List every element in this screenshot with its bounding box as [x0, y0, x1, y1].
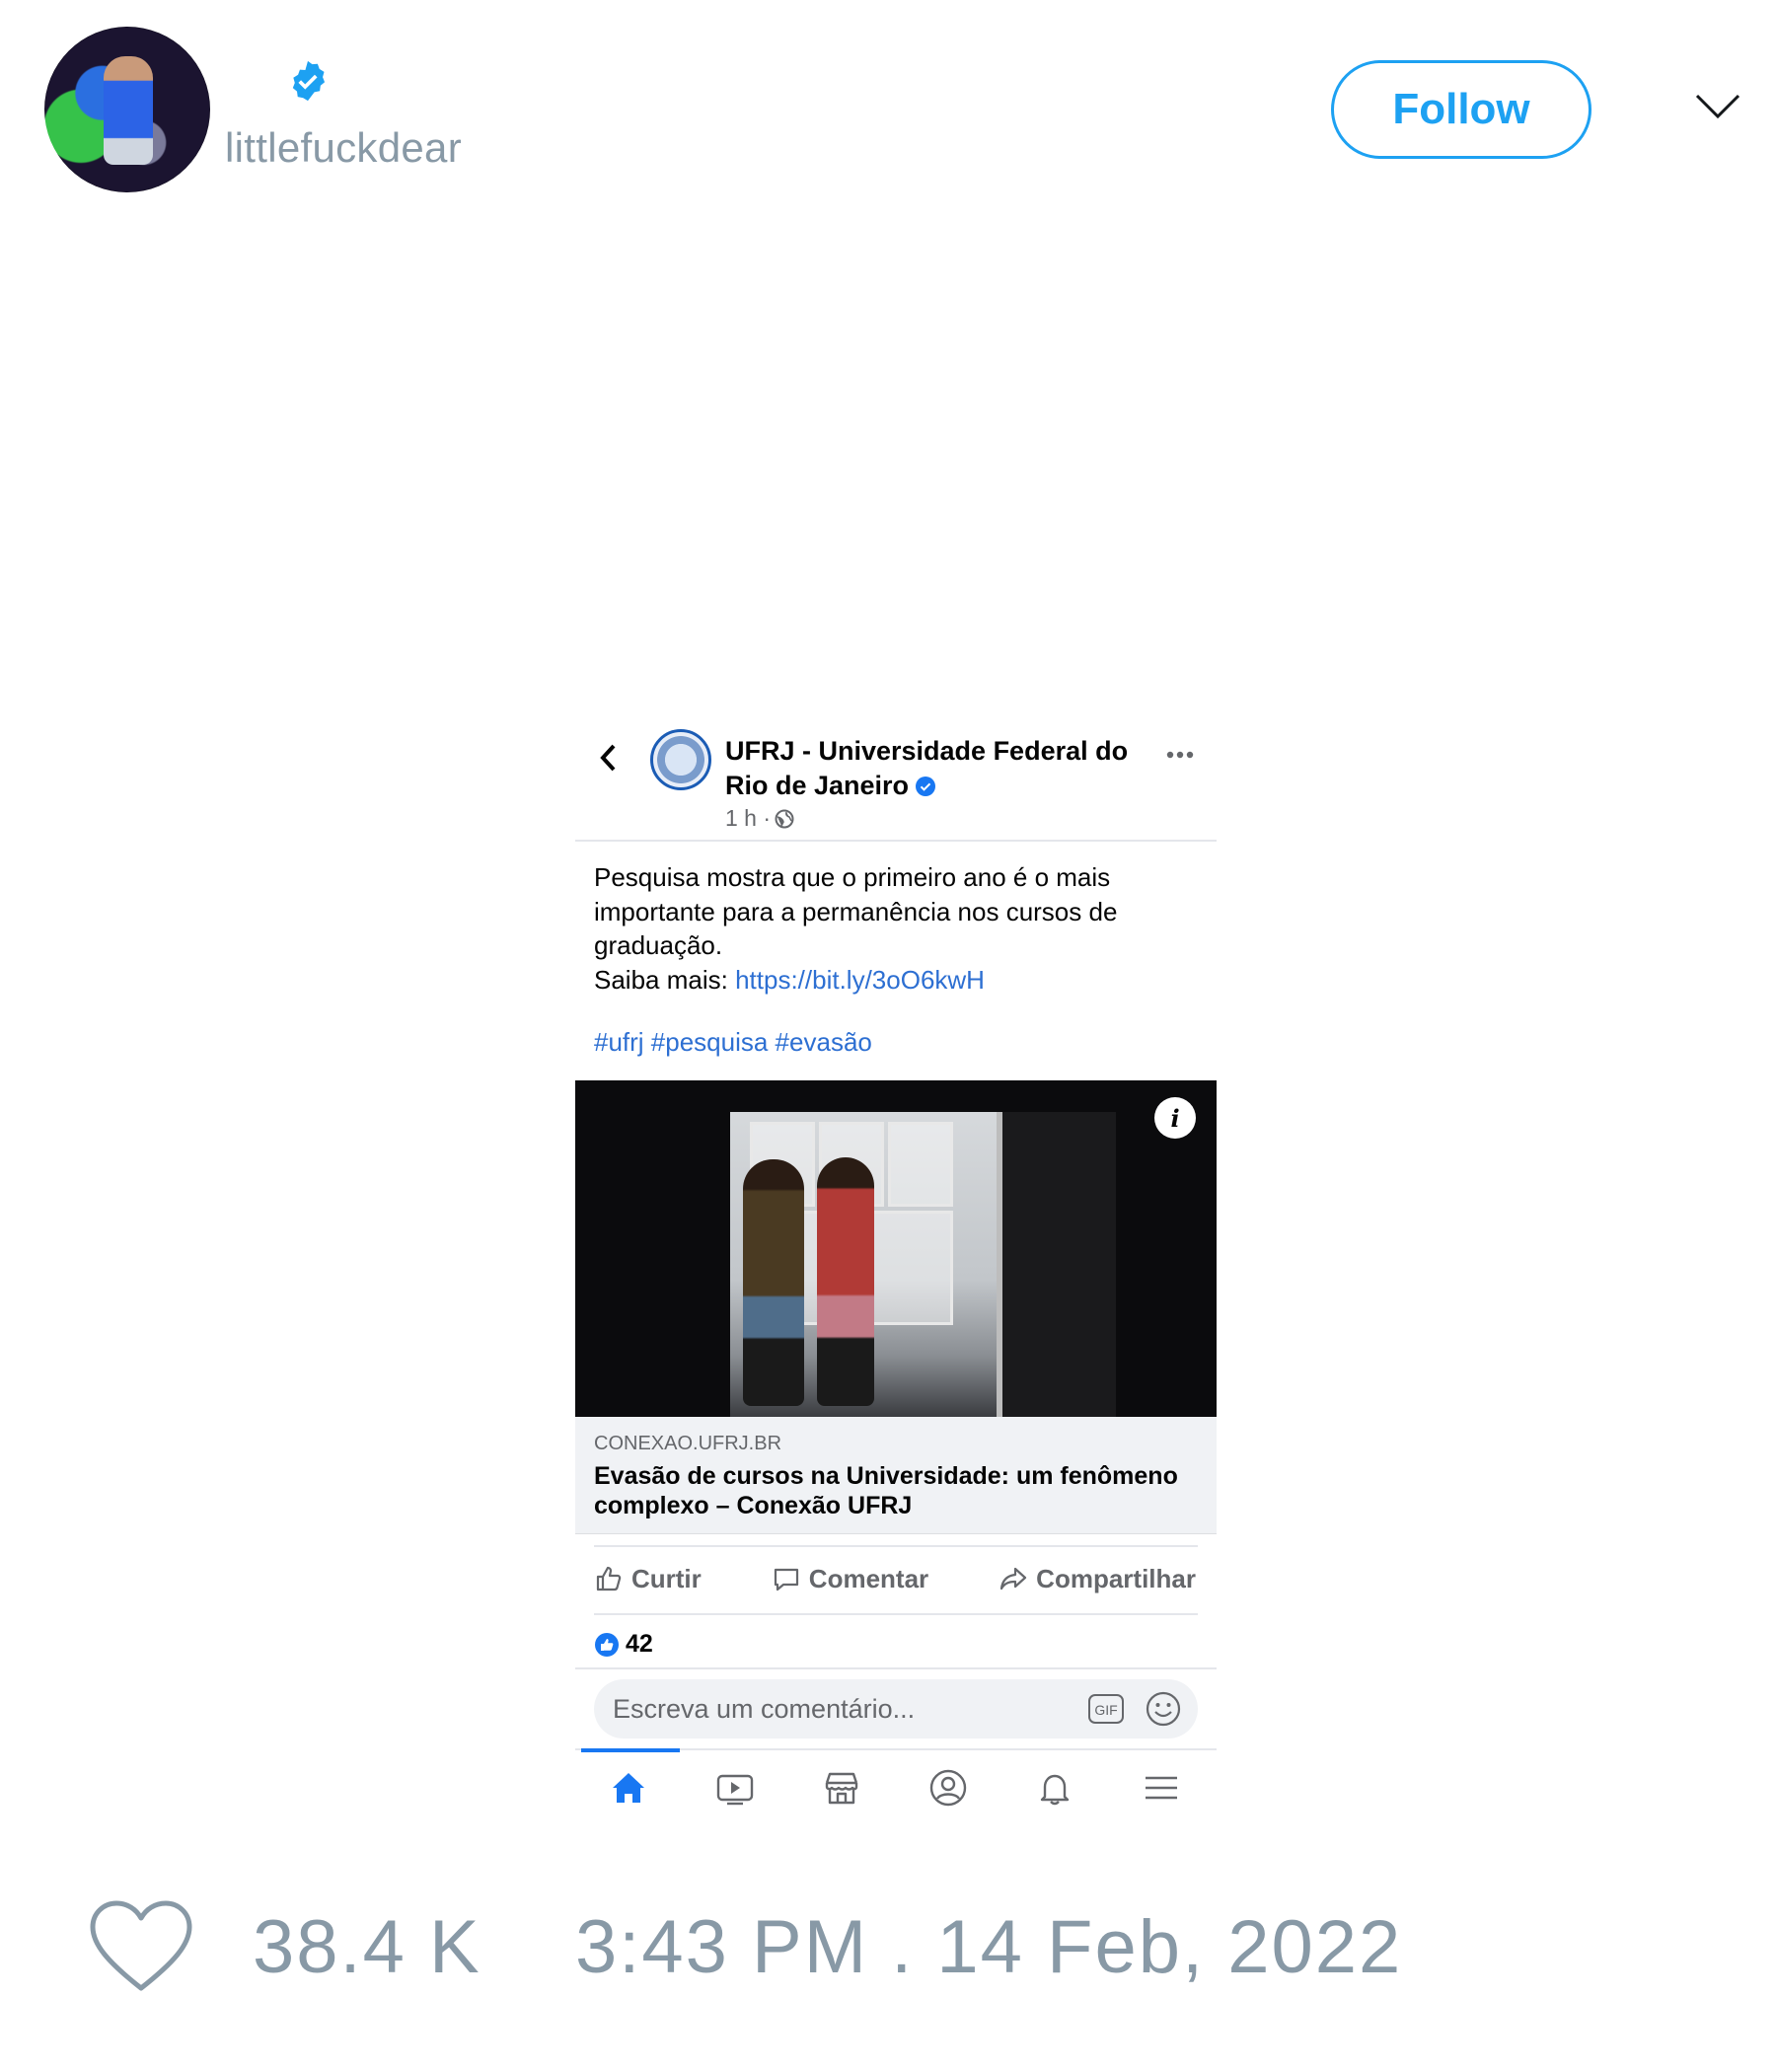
comment-placeholder: Escreva um comentário... — [613, 1693, 916, 1724]
globe-icon — [775, 809, 794, 829]
verified-icon — [916, 777, 936, 796]
link-preview-card: CONEXAO.UFRJ.BR Evasão de cursos na Univ… — [575, 1417, 1217, 1534]
divider — [594, 1545, 1198, 1547]
link-domain: CONEXAO.UFRJ.BR — [594, 1433, 782, 1454]
link-title: Evasão de cursos na Universidade: um fen… — [594, 1462, 1178, 1519]
home-icon — [613, 1773, 644, 1803]
divider — [575, 1667, 1217, 1669]
post-text-line: Saiba mais: https://bit.ly/3oO6kwH — [594, 963, 1186, 998]
post-text: Pesquisa mostra que o primeiro ano é o m… — [594, 860, 1186, 997]
notifications-icon — [1040, 1774, 1070, 1806]
tweet-timestamp[interactable]: 3:43 PM . 14 Feb, 2022 — [575, 1904, 1402, 1990]
post-hashtags: #ufrj #pesquisa #evasão — [594, 1027, 872, 1057]
divider — [594, 1613, 1198, 1615]
embedded-screenshot: UFRJ - Universidade Federal do Rio de Ja… — [575, 710, 1217, 1815]
like-count: 38.4 K — [253, 1905, 481, 1989]
user-avatar[interactable] — [44, 27, 210, 192]
more-options-icon — [1166, 751, 1194, 759]
post-actions: Curtir Comentar Compartilhar — [594, 1549, 1196, 1608]
bottom-tab-bar — [575, 1748, 1217, 1815]
marketplace-icon — [825, 1772, 858, 1805]
share-icon — [1000, 1567, 1027, 1591]
share-label: Compartilhar — [1036, 1563, 1196, 1593]
menu-icon — [1146, 1776, 1177, 1800]
comment-input: Escreva um comentário... GIF — [594, 1679, 1198, 1739]
like-reaction-icon — [595, 1632, 619, 1657]
comment-icon — [774, 1568, 798, 1591]
like-action: Curtir — [594, 1564, 702, 1594]
comment-action: Comentar — [772, 1564, 928, 1594]
active-tab-indicator — [581, 1748, 680, 1752]
reaction-count: 42 — [626, 1630, 653, 1658]
follow-button[interactable]: Follow — [1331, 60, 1591, 159]
heart-icon[interactable] — [89, 1899, 193, 1994]
post-text-line: Pesquisa mostra que o primeiro ano é o m… — [594, 862, 1111, 892]
verified-badge-icon — [292, 60, 326, 102]
comment-label: Comentar — [808, 1563, 929, 1593]
watch-icon — [716, 1774, 754, 1806]
back-arrow-icon — [600, 744, 616, 772]
post-time: 1 h · — [725, 805, 772, 831]
page-logo — [650, 729, 711, 790]
post-link: https://bit.ly/3oO6kwH — [735, 964, 985, 995]
chevron-down-icon[interactable] — [1695, 93, 1740, 120]
reactions-summary: 42 — [594, 1630, 653, 1659]
share-action: Compartilhar — [999, 1564, 1196, 1594]
gif-icon: GIF — [1088, 1694, 1124, 1724]
emoji-icon — [1146, 1691, 1181, 1727]
info-icon: i — [1154, 1097, 1196, 1139]
post-text-line: graduação. — [594, 930, 723, 960]
svg-text:GIF: GIF — [1094, 1702, 1117, 1718]
user-handle[interactable]: littlefuckdear — [225, 124, 462, 172]
thumbs-up-icon — [596, 1566, 622, 1591]
saiba-label: Saiba mais: — [594, 964, 736, 995]
link-preview-image: i — [575, 1080, 1217, 1417]
post-text-line: importante para a permanência nos cursos… — [594, 896, 1118, 926]
divider — [575, 840, 1217, 842]
profile-icon — [929, 1769, 967, 1807]
like-label: Curtir — [631, 1563, 702, 1593]
